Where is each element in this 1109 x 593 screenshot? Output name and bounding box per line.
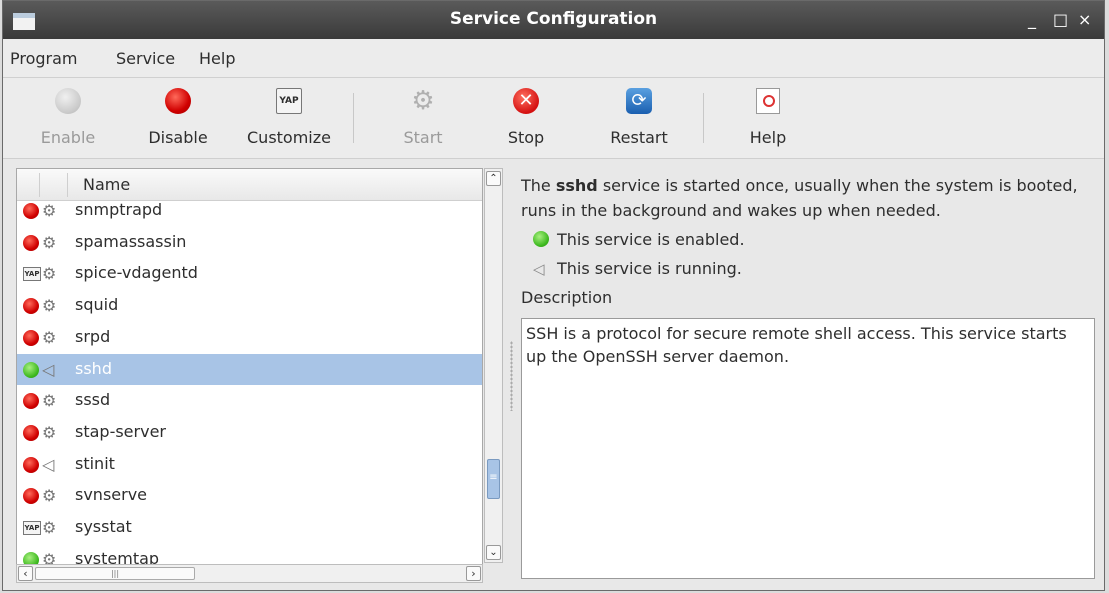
stopped-icon: ⚙ (42, 422, 57, 442)
menu-program[interactable]: Program (10, 49, 78, 68)
list-item[interactable]: ◁ sshd (17, 353, 482, 385)
list-item[interactable]: ⚙ stap-server (17, 417, 482, 448)
summary-prefix: The (521, 176, 556, 195)
pane-resize-grip[interactable] (510, 341, 513, 411)
running-status-text: This service is running. (557, 259, 742, 278)
list-item[interactable]: ⚙ srpd (17, 322, 482, 353)
start-label: Start (403, 128, 443, 147)
list-header: Name (17, 169, 482, 201)
service-name: squid (75, 295, 119, 315)
list-horizontal-scrollbar[interactable]: ‹ ||| › (16, 564, 483, 583)
description-text[interactable]: SSH is a protocol for secure remote shel… (521, 318, 1095, 579)
customized-status-icon: YAP (23, 267, 41, 282)
customized-status-icon: YAP (23, 521, 41, 535)
list-item[interactable]: ⚙ svnserve (17, 480, 482, 511)
enable-label: Enable (40, 128, 96, 147)
service-name: sshd (75, 358, 112, 378)
start-icon: ⚙ (411, 86, 435, 116)
stopped-icon: ⚙ (42, 201, 57, 220)
stopped-icon: ⚙ (42, 264, 57, 284)
stopped-icon: ⚙ (42, 232, 57, 252)
summary-service-name: sshd (555, 176, 598, 195)
help-icon (756, 88, 780, 114)
summary-text: service is started once, usually when th… (521, 176, 1078, 220)
scroll-thumb[interactable]: ≡ (487, 459, 500, 499)
menu-service[interactable]: Service (116, 49, 175, 68)
stop-icon: ✕ (513, 88, 539, 114)
running-icon: ◁ (42, 359, 55, 379)
running-icon: ◁ (533, 260, 545, 278)
stopped-icon: ⚙ (42, 486, 57, 506)
service-list[interactable]: ⚙ snmptrapd ⚙ spamassassin YAP ⚙ spice-vdagent… (16, 168, 483, 582)
toolbar-separator (703, 93, 704, 143)
service-name: spice-vdagentd (75, 263, 198, 283)
enabled-icon (533, 231, 549, 247)
stop-label: Stop (507, 128, 545, 147)
help-label: Help (749, 128, 787, 147)
minimize-button[interactable]: _ (1028, 10, 1036, 29)
restart-label: Restart (610, 128, 668, 147)
horizontal-scroll-thumb[interactable]: ||| (35, 567, 195, 580)
disabled-status-icon (23, 329, 39, 346)
list-vertical-scrollbar[interactable]: ⌃ ≡ ⌄ (484, 168, 503, 563)
list-item[interactable]: ◁ stinit (17, 449, 482, 480)
scroll-left-icon[interactable]: ‹ (18, 566, 33, 581)
customize-label: Customize (247, 128, 331, 147)
disable-icon (165, 88, 191, 114)
disabled-status-icon (23, 393, 39, 410)
toolbar-separator (353, 93, 354, 143)
running-icon: ◁ (42, 454, 55, 474)
menu-bar: Program Service Help (3, 39, 1104, 78)
service-name: sssd (75, 390, 111, 410)
service-summary: The sshd service is started once, usuall… (521, 173, 1091, 223)
service-detail-panel: The sshd service is started once, usuall… (521, 173, 1091, 307)
menu-help[interactable]: Help (199, 49, 235, 68)
list-item[interactable]: YAP ⚙ sysstat (17, 512, 482, 543)
scroll-right-icon[interactable]: › (466, 566, 481, 581)
stopped-icon: ⚙ (42, 391, 57, 411)
service-name: srpd (75, 326, 111, 346)
service-name: stap-server (75, 421, 166, 441)
column-name-header[interactable]: Name (83, 175, 130, 194)
toolbar: Enable Disable YAP Customize ⚙ Start ✕ S… (3, 78, 1104, 159)
customize-icon: YAP (276, 88, 302, 114)
disabled-status-icon (23, 298, 39, 315)
disable-label: Disable (148, 128, 208, 147)
column-separator (39, 173, 40, 197)
disabled-status-icon (23, 424, 39, 441)
enabled-status: This service is enabled. (533, 230, 745, 249)
list-item[interactable]: ⚙ sssd (17, 385, 482, 416)
description-label: Description (521, 288, 613, 307)
enabled-status-icon (23, 361, 39, 378)
restart-icon: ⟳ (626, 88, 652, 114)
title-bar[interactable]: Service Configuration _ □ × (3, 1, 1104, 39)
close-button[interactable]: × (1078, 10, 1091, 29)
window-title: Service Configuration (449, 9, 658, 29)
disabled-status-icon (23, 203, 39, 219)
maximize-button[interactable]: □ (1053, 10, 1068, 29)
running-status: ◁ This service is running. (533, 259, 742, 278)
stopped-icon: ⚙ (42, 518, 57, 537)
stopped-icon: ⚙ (42, 327, 57, 347)
service-name: spamassassin (75, 231, 187, 251)
service-configuration-window: Service Configuration _ □ × Program Serv… (2, 0, 1105, 591)
service-name: svnserve (75, 485, 148, 505)
enabled-status-text: This service is enabled. (557, 230, 745, 249)
disabled-status-icon (23, 234, 39, 251)
column-separator (67, 173, 68, 197)
enable-icon (55, 88, 81, 114)
stopped-icon: ⚙ (42, 296, 57, 316)
scroll-down-icon[interactable]: ⌄ (486, 545, 501, 560)
service-name: stinit (75, 453, 115, 473)
list-item[interactable]: ⚙ squid (17, 290, 482, 321)
list-item[interactable]: ⚙ spamassassin (17, 227, 482, 258)
service-name: sysstat (75, 517, 132, 536)
service-name: snmptrapd (75, 200, 163, 219)
disabled-status-icon (23, 456, 39, 473)
scroll-up-icon[interactable]: ⌃ (486, 171, 501, 186)
list-item[interactable]: YAP ⚙ spice-vdagentd (17, 258, 482, 289)
disabled-status-icon (23, 488, 39, 505)
